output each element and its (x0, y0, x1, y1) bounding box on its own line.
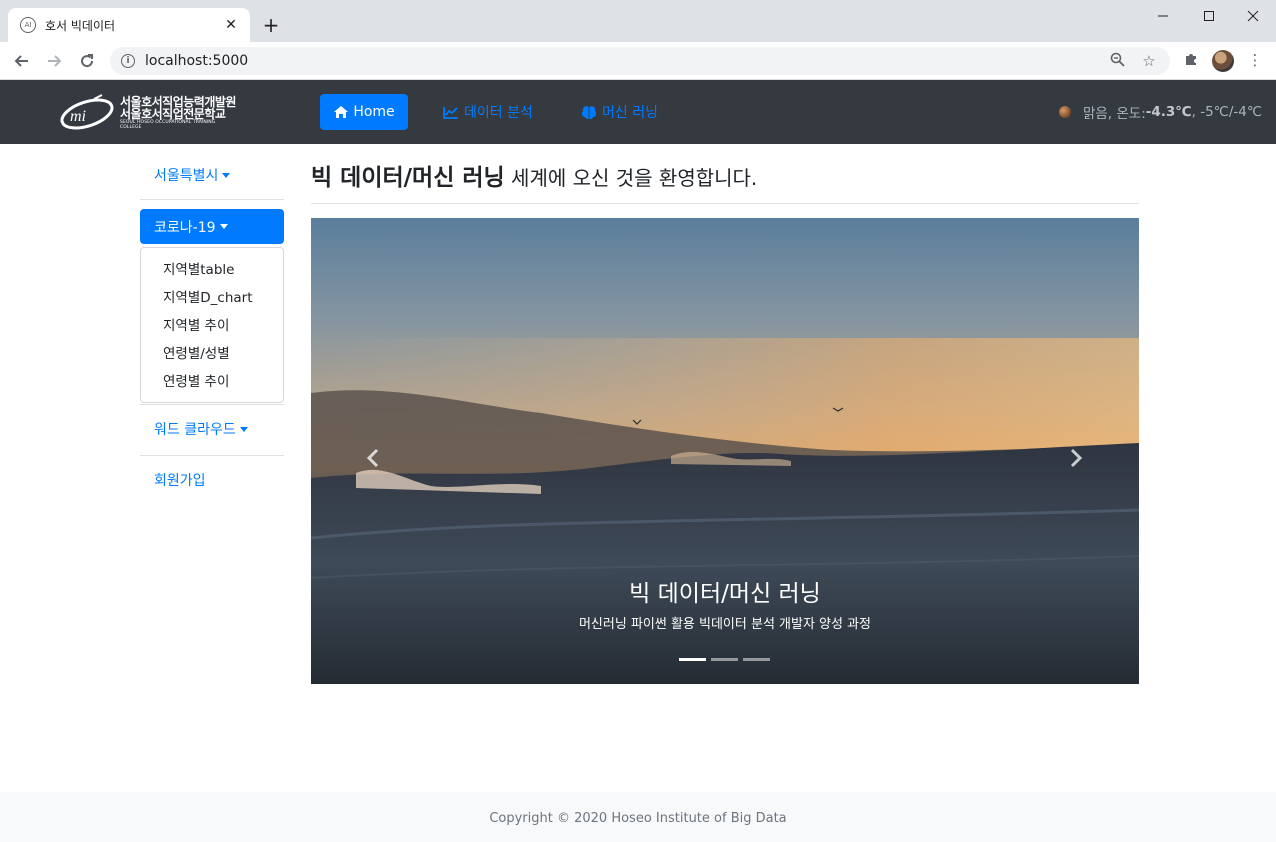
dropdown-item-age-gender[interactable]: 연령별/성별 (141, 340, 283, 368)
weather-range: , -5℃/-4℃ (1191, 104, 1262, 120)
caret-down-icon (239, 426, 248, 432)
url-text: localhost:5000 (145, 53, 249, 69)
weather-info: 맑음, 온도: -4.3℃ , -5℃/-4℃ (1058, 102, 1262, 122)
nav-machine-learning-link[interactable]: 머신 러닝 (581, 102, 658, 122)
hero-carousel[interactable]: 빅 데이터/머신 러닝 머신러닝 파이썬 활용 빅데이터 분석 개발자 양성 과… (311, 218, 1139, 684)
tab-title: 호서 빅데이터 (45, 18, 116, 33)
reload-icon[interactable] (75, 50, 99, 72)
carousel-indicator[interactable] (743, 658, 770, 661)
caret-down-icon (219, 224, 228, 229)
site-favicon-icon: AI (20, 17, 36, 33)
line-chart-icon (443, 106, 458, 119)
nav-machine-learning-label: 머신 러닝 (602, 105, 658, 121)
dropdown-item-region-trend[interactable]: 지역별 추이 (141, 312, 283, 340)
weather-icon (1058, 106, 1071, 118)
carousel-caption-subtitle: 머신러닝 파이썬 활용 빅데이터 분석 개발자 양성 과정 (578, 617, 872, 632)
page-title-rest: 세계에 오신 것을 환영합니다. (504, 166, 758, 190)
sidebar-seoul-label: 서울특별시 (154, 168, 219, 184)
svg-text:mi: mi (70, 108, 86, 125)
zoom-icon[interactable] (1106, 52, 1128, 71)
dropdown-item-region-table[interactable]: 지역별table (141, 256, 283, 284)
site-logo[interactable]: mi 서울호서직업능력개발원 서울호서직업전문학교 SEOUL HOSEO OC… (58, 91, 238, 135)
sidebar-divider (140, 199, 284, 200)
maximize-icon[interactable] (1186, 0, 1232, 32)
sidebar-seoul-dropdown[interactable]: 서울특별시 (140, 165, 284, 185)
carousel-indicator[interactable] (711, 658, 738, 661)
sidebar-corona-label: 코로나-19 (154, 219, 216, 236)
address-bar[interactable]: i localhost:5000 ☆ (110, 47, 1170, 75)
weather-temp: -4.3℃ (1145, 104, 1192, 120)
forward-arrow-icon[interactable] (42, 50, 66, 72)
carousel-next-icon[interactable] (1061, 443, 1091, 473)
title-divider (311, 203, 1139, 204)
sidebar-signup-link[interactable]: 회원가입 (140, 470, 284, 490)
profile-avatar[interactable] (1212, 50, 1234, 72)
weather-prefix: 맑음, 온도: (1082, 106, 1146, 122)
dropdown-item-region-chart[interactable]: 지역별D_chart (141, 284, 283, 312)
carousel-indicators (679, 658, 775, 661)
home-icon (334, 106, 349, 118)
browser-toolbar: i localhost:5000 ☆ ⋮ (0, 42, 1276, 80)
browser-tab[interactable]: AI 호서 빅데이터 ✕ (8, 8, 250, 42)
browser-tabstrip: AI 호서 빅데이터 ✕ + (0, 0, 1276, 42)
footer-copyright: Copyright © 2020 Hoseo Institute of Big … (489, 811, 787, 826)
browser-menu-icon[interactable]: ⋮ (1244, 51, 1266, 69)
logo-line3: SEOUL HOSEO OCCUPATIONAL TRAINING COLLEG… (120, 119, 216, 130)
logo-line2: 서울호서직업전문학교 (120, 107, 226, 122)
sidebar-signup-label: 회원가입 (154, 473, 206, 489)
nav-home-button[interactable]: Home (320, 94, 408, 130)
site-footer: Copyright © 2020 Hoseo Institute of Big … (0, 792, 1276, 842)
page-title: 빅 데이터/머신 러닝 세계에 오신 것을 환영합니다. (311, 158, 757, 192)
nav-data-analysis-link[interactable]: 데이터 분석 (443, 102, 533, 122)
close-window-icon[interactable] (1230, 0, 1276, 32)
carousel-prev-icon[interactable] (358, 443, 388, 473)
bookmark-star-icon[interactable]: ☆ (1138, 52, 1160, 70)
nav-home-label: Home (353, 104, 395, 120)
extensions-puzzle-icon[interactable] (1180, 51, 1202, 71)
page-title-strong: 빅 데이터/머신 러닝 (311, 165, 505, 191)
sidebar-wordcloud-label: 워드 클라우드 (154, 422, 236, 438)
sidebar-corona-dropdown[interactable]: 코로나-19 (140, 209, 284, 244)
new-tab-button[interactable]: + (260, 14, 282, 36)
logo-emblem-icon: mi (58, 93, 116, 133)
tab-close-icon[interactable]: ✕ (222, 17, 240, 33)
carousel-indicator[interactable] (679, 658, 706, 661)
nav-data-analysis-label: 데이터 분석 (464, 105, 533, 121)
dropdown-item-age-trend[interactable]: 연령별 추이 (141, 368, 283, 396)
brain-icon (581, 105, 597, 119)
sidebar-divider (140, 455, 284, 456)
back-arrow-icon[interactable] (10, 50, 34, 72)
carousel-caption-title: 빅 데이터/머신 러닝 (629, 581, 821, 607)
corona-dropdown-menu: 지역별table 지역별D_chart 지역별 추이 연령별/성별 연령별 추이 (140, 247, 284, 403)
caret-down-icon (222, 172, 231, 178)
site-info-icon[interactable]: i (121, 54, 135, 68)
sidebar-wordcloud-dropdown[interactable]: 워드 클라우드 (140, 419, 284, 439)
minimize-icon[interactable] (1140, 0, 1186, 32)
sidebar-divider (140, 404, 284, 405)
